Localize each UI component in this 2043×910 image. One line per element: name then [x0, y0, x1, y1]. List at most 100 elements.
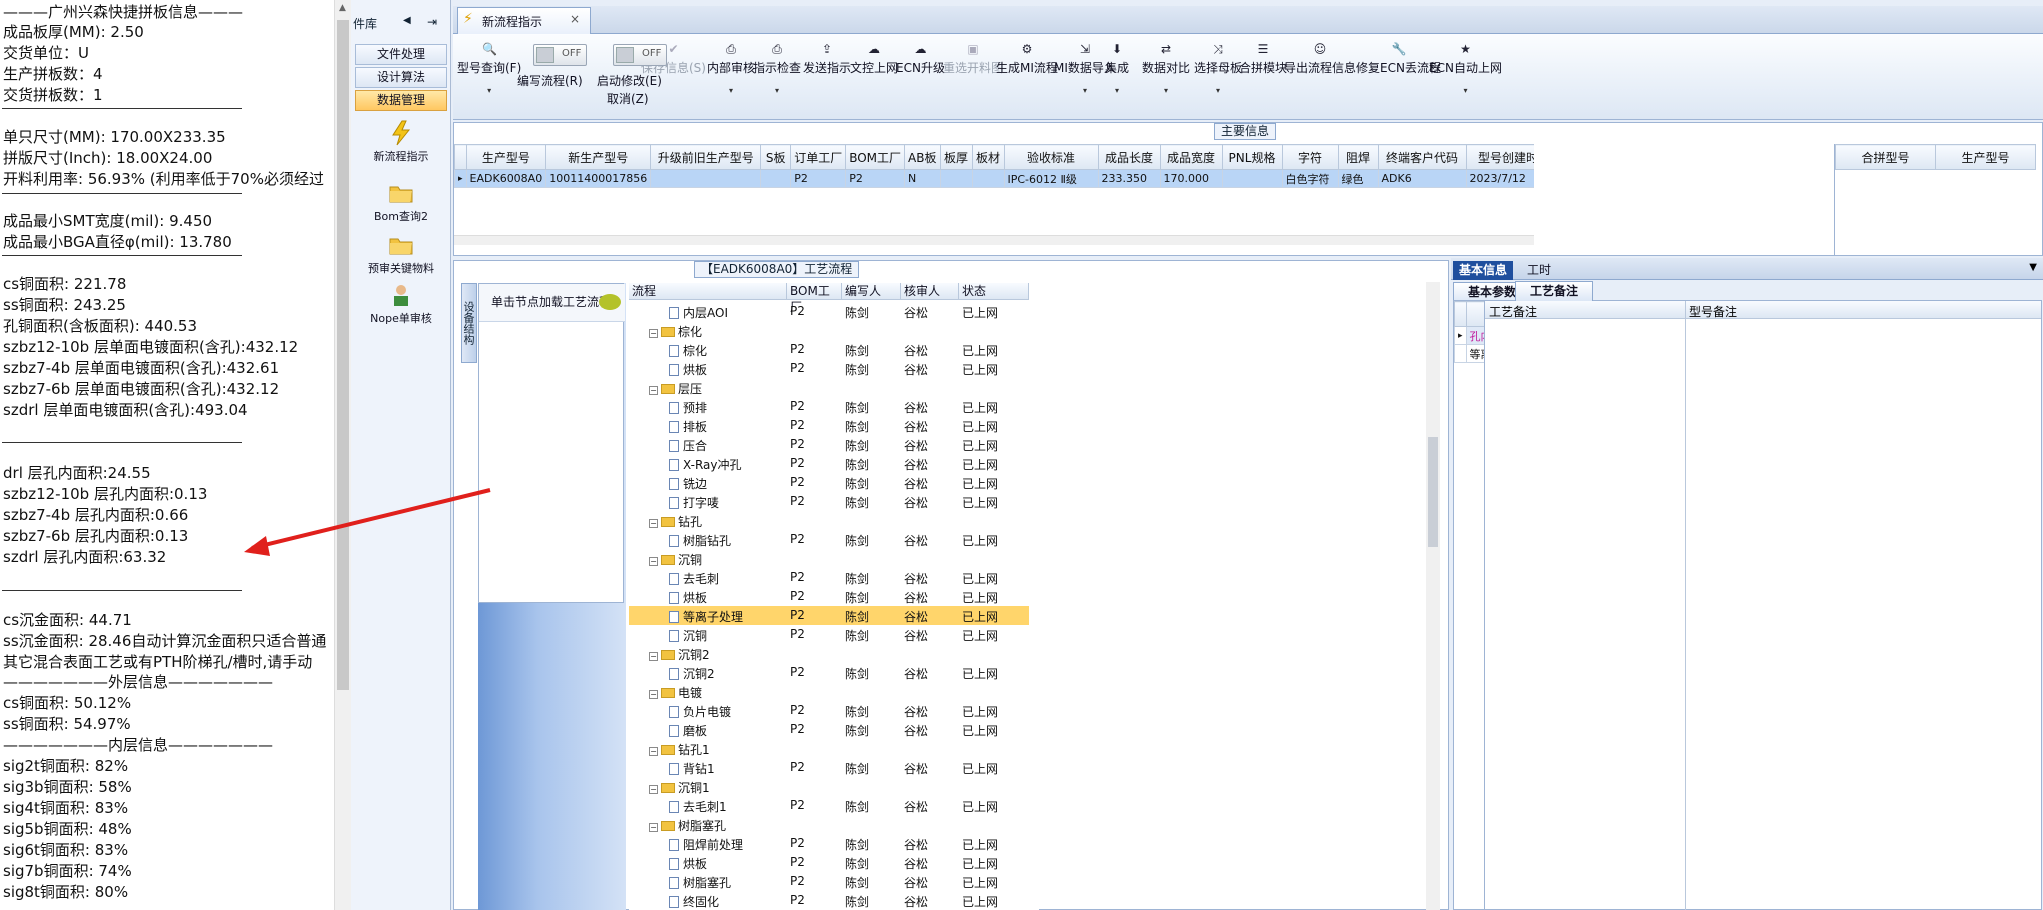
nav-back-icon[interactable]: ◀ — [403, 15, 411, 26]
nav-button-2[interactable]: 数据管理 — [355, 90, 447, 111]
nav-button-1[interactable]: 设计算法 — [355, 67, 447, 88]
table-cell[interactable]: N — [904, 169, 941, 188]
toolbar-button-10[interactable]: ⬇ 集成 ▾ — [1105, 42, 1129, 95]
tree-col-header[interactable]: BOM工厂 — [787, 283, 842, 314]
table-row[interactable]: 内层AOI P2 陈剑 谷松 已上网 — [629, 302, 1029, 321]
nav-user-item[interactable]: Nope单审核 — [351, 282, 451, 326]
tree-node[interactable]: − 棕化 — [649, 323, 702, 340]
tree-node[interactable]: − 层压 — [649, 380, 702, 397]
table-row[interactable]: − 棕化 — [629, 321, 1029, 340]
nav-folder-item[interactable]: Bom查询2 — [351, 180, 451, 224]
tab-work-hours[interactable]: 工时 — [1521, 261, 1557, 280]
toolbar-button-0[interactable]: 🔍 型号查询(F) ▾ — [457, 42, 521, 95]
toolbar-button-14[interactable]: ☺ 导出流程信息 — [1284, 42, 1356, 76]
table-row[interactable]: 等离子处理 P2 陈剑 谷松 已上网 — [629, 606, 1029, 625]
tree-node[interactable]: 终固化 — [669, 893, 719, 910]
tree-node[interactable]: 去毛刺1 — [669, 798, 727, 815]
table-cell[interactable] — [1221, 169, 1283, 188]
subtab-process-notes[interactable]: 工艺备注 — [1515, 281, 1594, 301]
table-row[interactable]: 沉铜2 P2 陈剑 谷松 已上网 — [629, 663, 1029, 682]
col-header[interactable]: 生产型号 — [1935, 144, 2036, 170]
tree-node[interactable]: 阻焊前处理 — [669, 836, 743, 853]
table-cell[interactable]: 170.000 — [1159, 169, 1223, 188]
table-cell[interactable]: P2 — [790, 169, 847, 188]
tree-node[interactable]: 去毛刺 — [669, 570, 719, 587]
table-row[interactable]: 打字唛 P2 陈剑 谷松 已上网 — [629, 492, 1029, 511]
tree-node[interactable]: 沉铜 — [669, 627, 707, 644]
tree-node[interactable]: 棕化 — [669, 342, 707, 359]
col-header[interactable]: BOM工厂 — [845, 144, 906, 170]
collapse-icon[interactable]: − — [649, 747, 658, 756]
toolbar-button-11[interactable]: ⇄ 数据对比 ▾ — [1142, 42, 1190, 95]
collapse-icon[interactable]: − — [649, 785, 658, 794]
toolbar-button-7[interactable]: ▣ 重选开料图 — [943, 42, 1003, 76]
table-row[interactable]: − 电镀 — [629, 682, 1029, 701]
collapse-icon[interactable]: − — [649, 386, 658, 395]
table-row[interactable]: 沉铜 P2 陈剑 谷松 已上网 — [629, 625, 1029, 644]
tree-node[interactable]: 树脂钻孔 — [669, 532, 731, 549]
scroll-up-icon[interactable]: ▲ — [339, 3, 346, 13]
panel-menu-icon[interactable]: ▼ — [2029, 262, 2037, 273]
tree-node[interactable]: 烘板 — [669, 855, 707, 872]
table-row[interactable]: 棕化 P2 陈剑 谷松 已上网 — [629, 340, 1029, 359]
table-row[interactable]: − 树脂塞孔 — [629, 815, 1029, 834]
toggle-switch-1[interactable]: OFF — [613, 44, 667, 66]
tree-node[interactable]: − 电镀 — [649, 684, 702, 701]
toolbar-button-2[interactable]: ⎙ 内部审核 ▾ — [707, 42, 755, 95]
main-grid-hscroll[interactable] — [454, 235, 1534, 245]
tree-node[interactable]: 排板 — [669, 418, 707, 435]
table-row[interactable]: 阻焊前处理 P2 陈剑 谷松 已上网 — [629, 834, 1029, 853]
tree-node[interactable]: 树脂塞孔 — [669, 874, 731, 891]
col-header[interactable]: 阻焊 — [1337, 144, 1379, 170]
toolbar-button-13[interactable]: ☰ 合拼模块 — [1239, 42, 1287, 76]
nav-lightning-item[interactable]: 新流程指示 — [351, 120, 451, 164]
toolbar-button-5[interactable]: ☁ 文控上网 — [850, 42, 898, 76]
collapse-icon[interactable]: − — [649, 690, 658, 699]
table-row[interactable]: − 钻孔1 — [629, 739, 1029, 758]
col-header[interactable]: 成品长度 — [1097, 144, 1161, 170]
col-header[interactable]: AB板 — [904, 144, 941, 170]
table-row[interactable]: 背钻1 P2 陈剑 谷松 已上网 — [629, 758, 1029, 777]
col-header[interactable]: 板材 — [971, 144, 1005, 170]
col-header[interactable]: 验收标准 — [1003, 144, 1099, 170]
toolbar-button-6[interactable]: ☁ ECN升级 — [896, 42, 945, 76]
col-header[interactable]: 合拼型号 — [1835, 144, 1936, 170]
scrollbar-thumb[interactable] — [1428, 437, 1438, 547]
scrollbar-thumb[interactable] — [337, 20, 349, 690]
table-row[interactable]: 铣边 P2 陈剑 谷松 已上网 — [629, 473, 1029, 492]
table-cell[interactable] — [650, 169, 762, 188]
tree-node[interactable]: − 钻孔1 — [649, 741, 710, 758]
node-list[interactable]: 单击节点加载工艺流程 — [478, 283, 625, 603]
tree-node[interactable]: 内层AOI — [669, 304, 728, 321]
tree-node[interactable]: 烘板 — [669, 361, 707, 378]
col-header[interactable]: 板厚 — [939, 144, 973, 170]
table-row[interactable]: − 沉铜 — [629, 549, 1029, 568]
col-header[interactable]: 订单工厂 — [790, 144, 847, 170]
table-row[interactable]: 去毛刺1 P2 陈剑 谷松 已上网 — [629, 796, 1029, 815]
tree-node[interactable]: 背钻1 — [669, 760, 715, 777]
chevron-down-icon[interactable]: ▾ — [1194, 86, 1242, 95]
collapse-icon[interactable]: − — [649, 557, 658, 566]
table-row[interactable]: 负片电镀 P2 陈剑 谷松 已上网 — [629, 701, 1029, 720]
table-cell[interactable]: 10011400017856 — [545, 169, 652, 188]
table-cell[interactable]: 绿色 — [1337, 169, 1379, 188]
chevron-down-icon[interactable]: ▾ — [1142, 86, 1190, 95]
tab-close-icon[interactable]: × — [570, 12, 580, 26]
toolbar-button-3[interactable]: ⎙ 指示检查 ▾ — [753, 42, 801, 95]
tree-node[interactable]: 预排 — [669, 399, 707, 416]
tree-col-header[interactable]: 流程 — [629, 283, 787, 300]
table-cell[interactable]: IPC-6012 Ⅱ级 — [1003, 169, 1099, 188]
table-row[interactable]: − 钻孔 — [629, 511, 1029, 530]
collapse-icon[interactable]: − — [649, 652, 658, 661]
chevron-down-icon[interactable]: ▾ — [707, 86, 755, 95]
table-row[interactable]: 烘板 P2 陈剑 谷松 已上网 — [629, 359, 1029, 378]
col-header[interactable]: 升级前旧生产型号 — [650, 144, 762, 170]
toolbar-button-4[interactable]: ⇪ 发送指示 — [803, 42, 851, 76]
tree-node[interactable]: − 沉铜 — [649, 551, 702, 568]
table-cell[interactable] — [939, 169, 973, 188]
table-cell[interactable] — [971, 169, 1005, 188]
tree-node[interactable]: − 钻孔 — [649, 513, 702, 530]
table-row[interactable]: 烘板 P2 陈剑 谷松 已上网 — [629, 587, 1029, 606]
tree-node[interactable]: X-Ray冲孔 — [669, 456, 741, 473]
left-panel-scrollbar[interactable]: ▲ — [334, 0, 351, 910]
